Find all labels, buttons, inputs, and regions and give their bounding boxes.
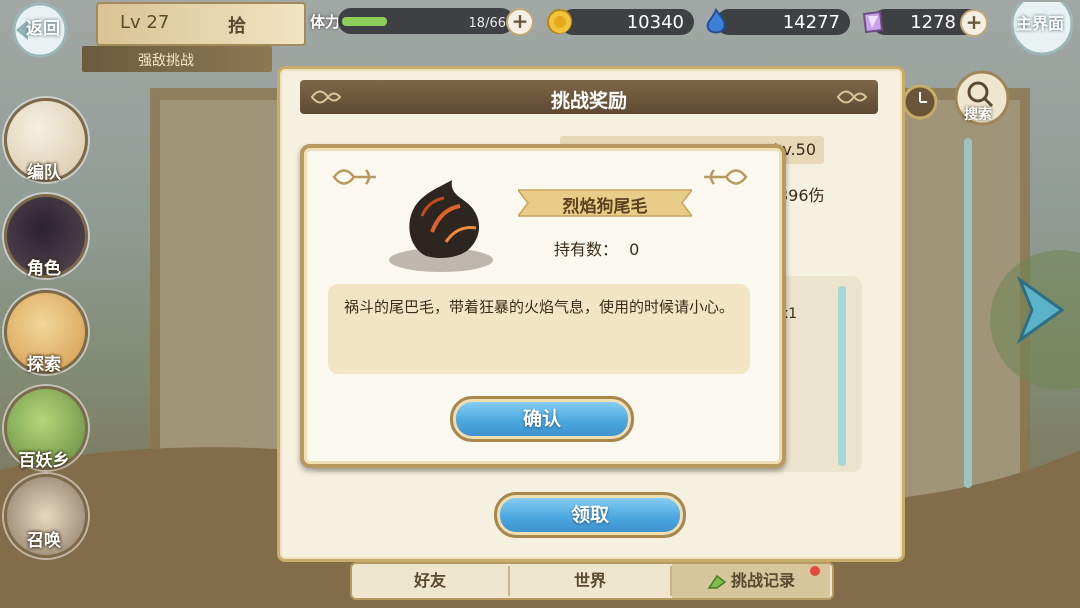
item-description-box: 祸斗的尾巴毛，带着狂暴的火焰气息，使用的时候请小心。	[328, 284, 750, 374]
soul-value: 14277	[782, 12, 840, 33]
menu-item-character[interactable]: 角色	[4, 194, 88, 279]
menu-item-formation[interactable]: 编队	[4, 98, 88, 183]
claim-label: 领取	[570, 504, 609, 526]
add-stamina-button[interactable]: +	[506, 8, 534, 36]
confirm-label: 确认	[522, 408, 561, 430]
gem-value: 1278	[910, 12, 956, 33]
tab-world-label: 世界	[573, 571, 606, 590]
stamina-fill	[342, 17, 387, 26]
menu-label-character: 角色	[27, 259, 61, 279]
side-scrollbar[interactable]	[964, 138, 972, 488]
stamina-label: 体力	[310, 13, 341, 31]
gem-icon	[862, 10, 884, 34]
main-menu-button[interactable]: 主界面	[1000, 0, 1080, 60]
item-description: 祸斗的尾巴毛，带着狂暴的火焰气息，使用的时候请小心。	[344, 298, 735, 316]
tab-friends[interactable]: 好友	[352, 564, 508, 598]
leaf-icon	[707, 574, 727, 589]
mode-subtitle: 强敌挑战	[138, 53, 194, 69]
back-button[interactable]: 返回	[0, 0, 80, 60]
player-level: Lv 27	[120, 12, 170, 33]
owned-count: 0	[629, 240, 640, 259]
player-name: 拾	[228, 16, 246, 37]
stamina-bar: 体力 18/66 +	[308, 8, 540, 36]
menu-label-village: 百妖乡	[18, 451, 70, 471]
notification-dot	[810, 566, 820, 576]
modal-ornament-right-icon	[704, 169, 748, 185]
item-name-banner: 烈焰狗尾毛	[518, 188, 692, 218]
confirm-button[interactable]: 确认	[450, 396, 634, 442]
stamina-value: 18/66	[468, 16, 506, 31]
soul-counter: 14277	[702, 8, 850, 36]
flame-dog-tail-fur-icon	[389, 180, 493, 272]
menu-label-explore: 探索	[27, 355, 61, 375]
menu-item-summon[interactable]: 召唤	[4, 474, 88, 558]
gem-counter: 1278 +	[858, 8, 988, 37]
gold-coin-icon	[547, 9, 572, 34]
clock-icon	[902, 84, 938, 120]
panel-title-bar: 挑战奖励	[300, 80, 878, 114]
search-button[interactable]: 搜索	[952, 70, 1012, 130]
gold-counter: 10340	[546, 8, 694, 36]
soul-flame-icon	[706, 8, 726, 34]
chat-tabs: 好友 世界 挑战记录	[350, 562, 834, 600]
back-label: 返回	[26, 19, 60, 39]
menu-item-village[interactable]: 百妖乡	[4, 386, 88, 471]
modal-ornament-left-icon	[332, 169, 376, 185]
ornament-right-icon	[836, 90, 868, 104]
main-menu-label: 主界面	[1016, 14, 1065, 33]
search-label: 搜索	[964, 107, 992, 123]
right-arrow-icon[interactable]	[1010, 270, 1070, 350]
tab-world[interactable]: 世界	[510, 564, 670, 598]
gold-value: 10340	[626, 12, 684, 33]
item-name: 烈焰狗尾毛	[562, 197, 648, 217]
mode-banner: 强敌挑战	[82, 46, 272, 72]
menu-item-explore[interactable]: 探索	[4, 290, 88, 375]
tab-friends-label: 好友	[413, 571, 446, 590]
player-info-plate[interactable]: Lv 27 拾	[96, 2, 306, 46]
tab-challenge-record-label: 挑战记录	[730, 571, 795, 590]
left-menu: 编队 角色 探索 百妖乡 召唤	[0, 98, 100, 568]
menu-label-formation: 编队	[27, 163, 61, 183]
add-gems-button[interactable]: +	[960, 9, 988, 37]
owned-label: 持有数：	[554, 240, 619, 259]
tab-challenge-record[interactable]: 挑战记录	[672, 564, 830, 598]
reward-scrollbar[interactable]	[838, 286, 846, 466]
panel-title: 挑战奖励	[550, 90, 627, 112]
menu-label-summon: 召唤	[27, 531, 61, 551]
claim-button[interactable]: 领取	[494, 492, 686, 538]
owned-count-row: 持有数： 0	[554, 236, 639, 260]
